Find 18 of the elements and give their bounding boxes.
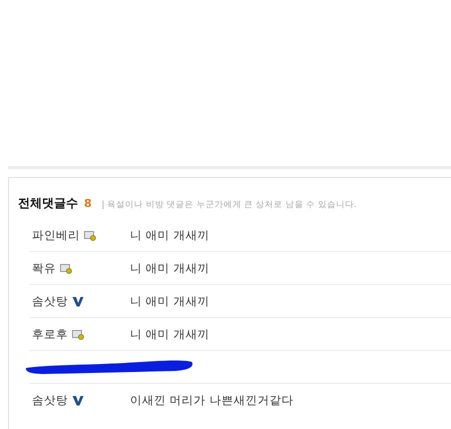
comment-text: 니 애미 개새끼 <box>130 294 210 308</box>
v-badge-icon <box>72 394 84 406</box>
comment-text: 니 애미 개새끼 <box>130 228 210 242</box>
author-name[interactable]: 퐉유 <box>32 260 56 276</box>
author-name[interactable]: 파인베리 <box>32 228 80 242</box>
comment-text: 니 애미 개새끼 <box>130 260 210 276</box>
comment-text: 이새낀 머리가 나쁜새낀거같다 <box>130 392 294 408</box>
comment-text: 니 애미 개새끼 <box>130 326 210 342</box>
comment-count: 8 <box>84 197 92 210</box>
member-level-icon <box>72 328 84 340</box>
author-name[interactable]: 솜삿탕 <box>32 294 68 308</box>
comment-notice: | 욕설이나 비방 댓글은 누군가에게 큰 상처로 남을 수 있습니다. <box>102 199 357 211</box>
member-level-icon <box>84 230 96 240</box>
comment-count-label: 전체댓글수 <box>18 195 78 212</box>
v-badge-icon <box>72 296 84 306</box>
author-name[interactable]: 솜삿탕 <box>32 392 68 408</box>
member-level-icon <box>60 262 72 274</box>
author-name[interactable]: 후로후 <box>32 326 68 342</box>
